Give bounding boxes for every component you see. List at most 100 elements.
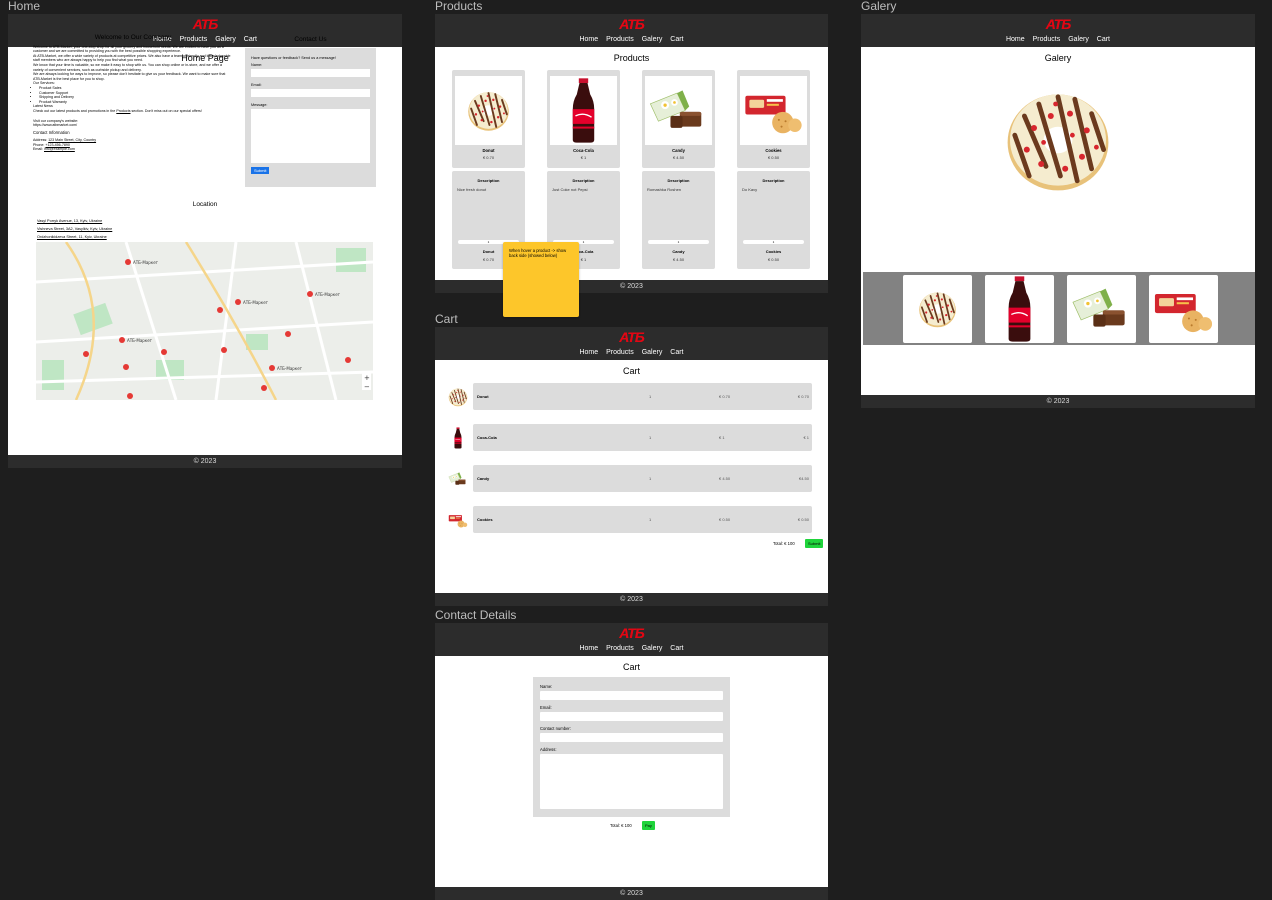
phone-link[interactable]: +123-456-7890 bbox=[45, 143, 69, 147]
description-heading: Description bbox=[572, 178, 595, 183]
name-input[interactable] bbox=[251, 69, 370, 77]
product-name: Cookies bbox=[765, 148, 782, 153]
product-card-donut[interactable]: Donut € 0.70 bbox=[452, 70, 525, 168]
cart-item-total: € 0.50 bbox=[797, 517, 809, 522]
services-list: Product Sales Customer Support Shipping … bbox=[33, 86, 233, 104]
email-input[interactable] bbox=[540, 712, 723, 721]
atb-logo[interactable]: ATБ bbox=[619, 16, 645, 32]
welcome-title: Welcome to Our Company bbox=[94, 34, 172, 41]
nav-home[interactable]: Home bbox=[1006, 36, 1025, 43]
gallery-thumb-candy[interactable] bbox=[1067, 275, 1136, 343]
nav-home[interactable]: Home bbox=[579, 349, 598, 356]
location-map[interactable]: АТБ-Маркет АТБ-Маркет АТБ-Маркет АТБ-Мар… bbox=[36, 242, 373, 400]
atb-logo[interactable]: ATБ bbox=[619, 329, 645, 345]
description-text: Romashka Roshen bbox=[647, 187, 682, 192]
site-header: ATБ Home Products Galery Cart bbox=[435, 327, 828, 360]
product-card-cookies[interactable]: Cookies € 0.50 bbox=[737, 70, 810, 168]
quantity-stepper[interactable]: 1 bbox=[649, 435, 651, 440]
contact-number-input[interactable] bbox=[540, 733, 723, 742]
candy-image bbox=[650, 90, 702, 129]
cart-item-name: Candy bbox=[477, 476, 490, 481]
frame-label-galery: Galery bbox=[861, 0, 897, 13]
address-textarea[interactable] bbox=[540, 754, 723, 809]
submit-button[interactable]: Submit bbox=[251, 167, 270, 174]
location-link[interactable]: Vishneva Street, 3А2, Vasylkiv, Kyiv, Uk… bbox=[37, 225, 112, 233]
name-input[interactable] bbox=[540, 691, 723, 700]
atb-logo[interactable]: ATБ bbox=[1046, 16, 1072, 32]
candy-image bbox=[1072, 288, 1125, 328]
product-card-candy[interactable]: Candy € 4.50 bbox=[642, 70, 715, 168]
gallery-thumb-donut[interactable] bbox=[903, 275, 972, 343]
news-post: section. Don't miss out on our special o… bbox=[131, 108, 202, 113]
nav-galery[interactable]: Galery bbox=[642, 36, 663, 43]
nav-home[interactable]: Home bbox=[579, 645, 598, 652]
main-nav: Home Products Galery Cart bbox=[861, 36, 1255, 43]
map-marker-label: АТБ-Маркет bbox=[315, 292, 341, 297]
gallery-thumb-cookies[interactable] bbox=[1149, 275, 1218, 343]
pay-button[interactable]: Pay bbox=[642, 821, 655, 830]
sticky-note: When hover a product -> show back side (… bbox=[503, 242, 579, 317]
nav-galery[interactable]: Galery bbox=[1068, 36, 1089, 43]
gallery-thumb-coca-cola[interactable] bbox=[985, 275, 1054, 343]
products-frame: ATБ Home Products Galery Cart Products D… bbox=[435, 14, 828, 293]
cart-total: Total: € 100 bbox=[773, 541, 795, 546]
contact-form: Have questions or feedback? Send us a me… bbox=[245, 48, 376, 187]
cart-row-coca-cola: Coca-Cola 1 € 1 € 1 bbox=[454, 424, 812, 451]
nav-galery[interactable]: Galery bbox=[642, 349, 663, 356]
cart-item-total: €4.50 bbox=[798, 476, 809, 481]
site-header: ATБ Home Products Galery Cart bbox=[435, 623, 828, 656]
svg-text:+: + bbox=[364, 374, 370, 382]
frame-label-contact: Contact Details bbox=[435, 608, 517, 622]
nav-products[interactable]: Products bbox=[606, 36, 634, 43]
quantity-input[interactable]: 1 bbox=[648, 240, 709, 244]
welcome-paragraph: Welcome to ATB-Market, your one-stop sho… bbox=[33, 44, 224, 54]
location-link[interactable]: Ordzhonikidzeva Street, 11, Kyiv, Ukrain… bbox=[37, 233, 112, 241]
main-nav: Home Products Galery Cart bbox=[435, 349, 828, 356]
news-pre: Check out our latest products and promot… bbox=[33, 108, 116, 113]
product-price: € 0.50 bbox=[767, 257, 780, 262]
atb-logo[interactable]: ATБ bbox=[193, 16, 219, 32]
quantity-stepper[interactable]: 1 bbox=[649, 517, 651, 522]
cart-row-cookies: Cookies 1 € 0.50 € 0.50 bbox=[448, 506, 812, 533]
site-footer: © 2023 bbox=[8, 455, 402, 468]
email-line: Email: info@example.com bbox=[33, 147, 233, 152]
nav-cart[interactable]: Cart bbox=[670, 36, 683, 43]
cart-item-price: € 4.50 bbox=[719, 476, 731, 481]
location-link[interactable]: Vasyl Porryk Avenue, 13, Kyiv, Ukraine bbox=[37, 217, 112, 225]
products-link[interactable]: Products bbox=[116, 109, 130, 113]
product-price: € 4.50 bbox=[672, 257, 685, 262]
message-textarea[interactable] bbox=[251, 109, 370, 163]
product-card-coca-cola[interactable]: Coca-Cola € 1 bbox=[547, 70, 620, 168]
product-image bbox=[455, 76, 522, 145]
quantity-input[interactable]: 1 bbox=[743, 240, 804, 244]
nav-cart[interactable]: Cart bbox=[670, 349, 683, 356]
cart-frame: ATБ Home Products Galery Cart Cart Donut… bbox=[435, 327, 828, 606]
cart-item-price: € 0.50 bbox=[719, 517, 731, 522]
frame-label-home: Home bbox=[8, 0, 41, 13]
address-value[interactable]: 123 Main Street, City, Country bbox=[48, 138, 96, 142]
contact-prompt: Have questions or feedback? Send us a me… bbox=[251, 56, 336, 60]
cart-row-donut: Donut 1 € 0.70 € 0.70 bbox=[448, 383, 812, 410]
nav-cart[interactable]: Cart bbox=[1097, 36, 1110, 43]
email-label: Email: bbox=[540, 705, 552, 710]
atb-logo[interactable]: ATБ bbox=[619, 625, 645, 641]
nav-home[interactable]: Home bbox=[579, 36, 598, 43]
product-price: € 0.50 bbox=[767, 155, 780, 160]
nav-products[interactable]: Products bbox=[606, 349, 634, 356]
quantity-stepper[interactable]: 1 bbox=[649, 476, 651, 481]
email-input[interactable] bbox=[251, 89, 370, 97]
cart-item-price: € 1 bbox=[719, 435, 725, 440]
product-name: Donut bbox=[482, 148, 495, 153]
email-link[interactable]: info@example.com bbox=[44, 147, 75, 151]
nav-products[interactable]: Products bbox=[606, 645, 634, 652]
cart-submit-button[interactable]: Submit bbox=[805, 539, 824, 548]
nav-galery[interactable]: Galery bbox=[642, 645, 663, 652]
product-back-candy[interactable]: Description Romashka Roshen 1 Candy € 4.… bbox=[642, 171, 715, 269]
email-label: Email: bbox=[251, 83, 262, 87]
donut-image bbox=[467, 91, 510, 132]
nav-cart[interactable]: Cart bbox=[670, 645, 683, 652]
product-back-cookies[interactable]: Description Do Kavy 1 Cookies € 0.50 bbox=[737, 171, 810, 269]
quantity-stepper[interactable]: 1 bbox=[649, 394, 651, 399]
product-price: € 0.70 bbox=[482, 155, 495, 160]
nav-products[interactable]: Products bbox=[1033, 36, 1061, 43]
